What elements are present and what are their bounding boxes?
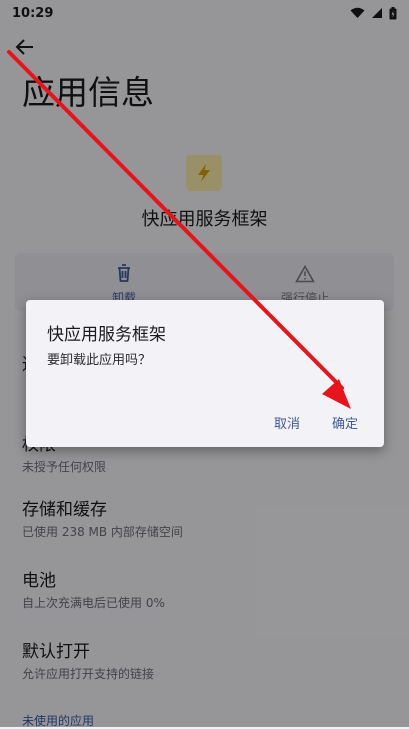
dialog-title: 快应用服务框架 xyxy=(47,325,166,345)
cancel-button[interactable]: 取消 xyxy=(268,409,306,436)
confirm-button[interactable]: 确定 xyxy=(326,409,364,436)
uninstall-dialog: 快应用服务框架 要卸载此应用吗？ 取消 确定 xyxy=(26,300,384,447)
dialog-message: 要卸载此应用吗？ xyxy=(47,353,152,368)
